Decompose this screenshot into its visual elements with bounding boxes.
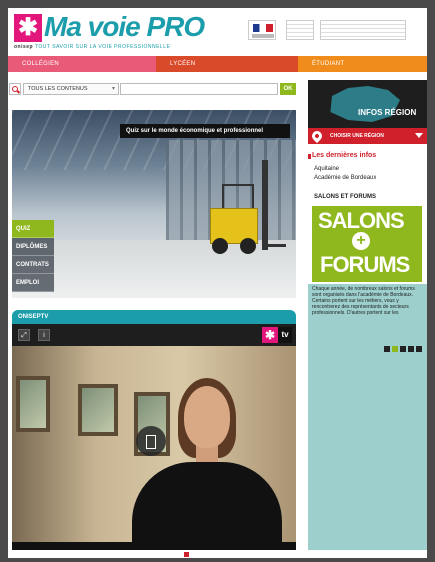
chevron-down-icon [415, 133, 423, 138]
header: ✱ Ma voie PRO onisep TOUT SAVOIR SUR LA … [8, 8, 427, 56]
search-bar: TOUS LES CONTENUS ▾ OK [8, 82, 296, 96]
republique-francaise-logo[interactable] [248, 20, 276, 40]
tab-contrats[interactable]: CONTRATS [12, 256, 54, 274]
search-scope-select[interactable]: TOUS LES CONTENUS ▾ [23, 83, 119, 95]
map-pin-icon [309, 128, 325, 144]
tv-toolbar: ⤢ i ✱ tv [12, 324, 296, 346]
forklift-mast [262, 160, 268, 250]
tagline-text: TOUT SAVOIR SUR LA VOIE PROFESSIONNELLE [34, 44, 171, 50]
ministry-logo[interactable] [286, 20, 314, 40]
bullet-marker [308, 154, 311, 159]
pagination-dot[interactable] [400, 346, 406, 352]
region-select-label: CHOISIR UNE RÉGION [330, 133, 384, 139]
pagination-dot-active[interactable] [392, 346, 398, 352]
person-face [184, 386, 230, 448]
logo-name: Ma voie [44, 11, 141, 42]
logo-pro: PRO [146, 11, 205, 42]
person-body [132, 462, 282, 542]
logo-tagline: onisep TOUT SAVOIR SUR LA VOIE PROFESSIO… [14, 44, 170, 50]
wall-picture [16, 376, 50, 432]
carousel-pagination [384, 346, 422, 352]
news-academy-link[interactable]: Académie de Bordeaux [314, 175, 376, 181]
tv-logo-star-icon: ✱ [262, 327, 278, 343]
gov-logo-text [252, 34, 274, 38]
region-select[interactable]: CHOISIR UNE RÉGION [308, 128, 427, 144]
tv-logo-text: tv [278, 327, 292, 343]
forklift-wheel [240, 238, 256, 254]
region-title: INFOS RÉGION [358, 108, 417, 117]
wall-picture [78, 384, 118, 436]
news-title: Les dernières infos [312, 152, 377, 159]
oniseptv-logo[interactable]: ✱ tv [262, 327, 292, 343]
flag-icon [253, 24, 273, 32]
info-button[interactable]: i [38, 329, 50, 341]
logo-star-icon[interactable]: ✱ [14, 14, 42, 42]
chevron-down-icon: ▾ [111, 86, 115, 92]
search-icon [9, 83, 21, 95]
news-region-link[interactable]: Aquitaine [314, 166, 339, 172]
france-map-icon [330, 86, 400, 122]
site-logo[interactable]: Ma voie PRO [44, 11, 205, 42]
video-controls[interactable] [12, 542, 296, 550]
audience-nav: COLLÉGIEN LYCÉEN ÉTUDIANT [8, 56, 427, 72]
promo-word-forums: FORUMS [320, 252, 410, 277]
region-map[interactable]: INFOS RÉGION [308, 80, 427, 128]
tab-diplomes[interactable]: DIPLÔMES [12, 238, 54, 256]
hero-caption[interactable]: Quiz sur le monde économique et professi… [120, 124, 290, 138]
news-panel: Les dernières infos Aquitaine Académie d… [308, 144, 427, 284]
plus-icon: + [352, 232, 370, 250]
promo-word-salons: SALONS [318, 208, 405, 233]
page: ✱ Ma voie PRO onisep TOUT SAVOIR SUR LA … [8, 8, 427, 558]
nav-lyceen[interactable]: LYCÉEN [156, 56, 298, 72]
section-title[interactable]: SALONS ET FORUMS [314, 194, 376, 200]
search-ok-button[interactable]: OK [280, 83, 296, 95]
ministry-logo-2[interactable] [320, 20, 406, 40]
footer-icon [184, 552, 189, 557]
oniseptv-heading: ONISEPTV [12, 310, 296, 324]
forklift-wheel [212, 238, 228, 254]
pagination-dot[interactable] [408, 346, 414, 352]
hero-tabs: QUIZ DIPLÔMES CONTRATS EMPLOI [12, 220, 54, 292]
search-input[interactable] [120, 83, 278, 95]
search-scope-value: TOUS LES CONTENUS [28, 86, 88, 92]
region-sidebar: INFOS RÉGION CHOISIR UNE RÉGION Les dern… [308, 80, 427, 550]
pagination-dot[interactable] [384, 346, 390, 352]
fullscreen-icon[interactable] [136, 426, 166, 456]
publisher-name: onisep [14, 44, 34, 50]
footer [184, 552, 254, 558]
tab-quiz[interactable]: QUIZ [12, 220, 54, 238]
forklift-fork [264, 244, 286, 247]
video-player[interactable] [12, 346, 296, 542]
pagination-dot[interactable] [416, 346, 422, 352]
tab-emploi[interactable]: EMPLOI [12, 274, 54, 292]
nav-etudiant[interactable]: ÉTUDIANT [298, 56, 427, 72]
nav-collegien[interactable]: COLLÉGIEN [8, 56, 156, 72]
share-icon[interactable]: ⤢ [18, 329, 30, 341]
hero-carousel[interactable]: Quiz sur le monde économique et professi… [12, 110, 296, 298]
salons-forums-image[interactable]: SALONS + FORUMS [312, 206, 422, 282]
news-description: Chaque année, de nombreux salons et foru… [312, 286, 415, 316]
